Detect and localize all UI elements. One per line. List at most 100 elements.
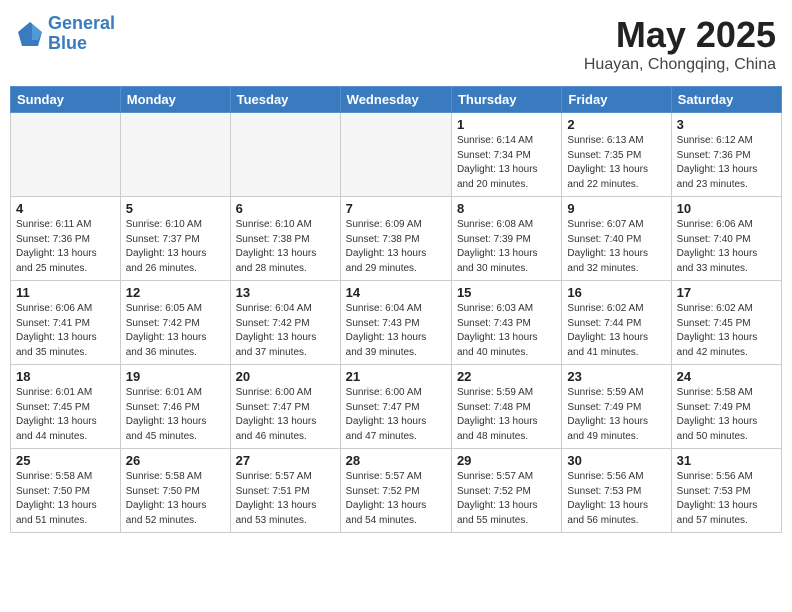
day-info: Sunrise: 6:07 AM Sunset: 7:40 PM Dayligh… xyxy=(567,218,665,276)
weekday-header: Friday xyxy=(562,87,671,113)
weekday-header: Wednesday xyxy=(340,87,451,113)
calendar-cell: 2 Sunrise: 6:13 AM Sunset: 7:35 PM Daylig… xyxy=(562,113,671,197)
day-number: 30 xyxy=(567,453,665,468)
calendar-cell xyxy=(11,113,121,197)
day-info: Sunrise: 6:06 AM Sunset: 7:41 PM Dayligh… xyxy=(16,302,115,360)
day-number: 6 xyxy=(236,201,335,216)
day-info: Sunrise: 5:58 AM Sunset: 7:50 PM Dayligh… xyxy=(126,470,225,528)
calendar-cell xyxy=(230,113,340,197)
day-info: Sunrise: 6:10 AM Sunset: 7:37 PM Dayligh… xyxy=(126,218,225,276)
day-number: 13 xyxy=(236,285,335,300)
day-info: Sunrise: 6:00 AM Sunset: 7:47 PM Dayligh… xyxy=(236,386,335,444)
day-number: 15 xyxy=(457,285,556,300)
calendar-cell: 18 Sunrise: 6:01 AM Sunset: 7:45 PM Dayli… xyxy=(11,365,121,449)
weekday-header: Tuesday xyxy=(230,87,340,113)
day-number: 31 xyxy=(677,453,776,468)
day-number: 27 xyxy=(236,453,335,468)
day-number: 14 xyxy=(346,285,446,300)
calendar-cell: 15 Sunrise: 6:03 AM Sunset: 7:43 PM Dayli… xyxy=(451,281,561,365)
calendar-cell: 29 Sunrise: 5:57 AM Sunset: 7:52 PM Dayli… xyxy=(451,449,561,533)
calendar-cell: 17 Sunrise: 6:02 AM Sunset: 7:45 PM Dayli… xyxy=(671,281,781,365)
day-info: Sunrise: 6:02 AM Sunset: 7:44 PM Dayligh… xyxy=(567,302,665,360)
calendar-week-row: 4 Sunrise: 6:11 AM Sunset: 7:36 PM Daylig… xyxy=(11,197,782,281)
day-number: 11 xyxy=(16,285,115,300)
calendar-cell: 8Sunrise: 6:08 AM Sunset: 7:39 PM Daylig… xyxy=(451,197,561,281)
calendar-cell: 5 Sunrise: 6:10 AM Sunset: 7:37 PM Daylig… xyxy=(120,197,230,281)
calendar-cell: 26 Sunrise: 5:58 AM Sunset: 7:50 PM Dayli… xyxy=(120,449,230,533)
day-info: Sunrise: 5:58 AM Sunset: 7:49 PM Dayligh… xyxy=(677,386,776,444)
calendar-cell: 25Sunrise: 5:58 AM Sunset: 7:50 PM Dayli… xyxy=(11,449,121,533)
day-number: 26 xyxy=(126,453,225,468)
calendar-cell: 22 Sunrise: 5:59 AM Sunset: 7:48 PM Dayli… xyxy=(451,365,561,449)
calendar-cell: 16Sunrise: 6:02 AM Sunset: 7:44 PM Dayli… xyxy=(562,281,671,365)
calendar-cell: 27Sunrise: 5:57 AM Sunset: 7:51 PM Dayli… xyxy=(230,449,340,533)
day-info: Sunrise: 6:06 AM Sunset: 7:40 PM Dayligh… xyxy=(677,218,776,276)
day-info: Sunrise: 6:04 AM Sunset: 7:43 PM Dayligh… xyxy=(346,302,446,360)
calendar-cell: 28Sunrise: 5:57 AM Sunset: 7:52 PM Dayli… xyxy=(340,449,451,533)
calendar-cell: 9 Sunrise: 6:07 AM Sunset: 7:40 PM Daylig… xyxy=(562,197,671,281)
day-number: 1 xyxy=(457,117,556,132)
day-info: Sunrise: 5:56 AM Sunset: 7:53 PM Dayligh… xyxy=(567,470,665,528)
calendar-cell: 7 Sunrise: 6:09 AM Sunset: 7:38 PM Daylig… xyxy=(340,197,451,281)
day-number: 10 xyxy=(677,201,776,216)
calendar-cell: 31 Sunrise: 5:56 AM Sunset: 7:53 PM Dayli… xyxy=(671,449,781,533)
day-info: Sunrise: 6:12 AM Sunset: 7:36 PM Dayligh… xyxy=(677,134,776,192)
day-number: 3 xyxy=(677,117,776,132)
calendar-week-row: 18 Sunrise: 6:01 AM Sunset: 7:45 PM Dayli… xyxy=(11,365,782,449)
weekday-header-row: SundayMondayTuesdayWednesdayThursdayFrid… xyxy=(11,87,782,113)
day-info: Sunrise: 6:03 AM Sunset: 7:43 PM Dayligh… xyxy=(457,302,556,360)
day-number: 23 xyxy=(567,369,665,384)
day-number: 12 xyxy=(126,285,225,300)
calendar-cell: 24 Sunrise: 5:58 AM Sunset: 7:49 PM Dayli… xyxy=(671,365,781,449)
logo-icon xyxy=(16,20,44,48)
day-number: 22 xyxy=(457,369,556,384)
day-number: 4 xyxy=(16,201,115,216)
day-info: Sunrise: 5:58 AM Sunset: 7:50 PM Dayligh… xyxy=(16,470,115,528)
calendar-cell: 3 Sunrise: 6:12 AM Sunset: 7:36 PM Daylig… xyxy=(671,113,781,197)
day-number: 2 xyxy=(567,117,665,132)
calendar-cell xyxy=(340,113,451,197)
calendar-cell: 13 Sunrise: 6:04 AM Sunset: 7:42 PM Dayli… xyxy=(230,281,340,365)
day-number: 21 xyxy=(346,369,446,384)
logo: General Blue xyxy=(16,14,115,54)
logo-line1: General xyxy=(48,13,115,33)
day-number: 28 xyxy=(346,453,446,468)
day-info: Sunrise: 6:09 AM Sunset: 7:38 PM Dayligh… xyxy=(346,218,446,276)
day-info: Sunrise: 6:13 AM Sunset: 7:35 PM Dayligh… xyxy=(567,134,665,192)
month-title: May 2025 xyxy=(584,14,776,56)
day-number: 5 xyxy=(126,201,225,216)
day-info: Sunrise: 6:04 AM Sunset: 7:42 PM Dayligh… xyxy=(236,302,335,360)
logo-text: General Blue xyxy=(48,14,115,54)
day-info: Sunrise: 6:05 AM Sunset: 7:42 PM Dayligh… xyxy=(126,302,225,360)
day-number: 18 xyxy=(16,369,115,384)
day-number: 17 xyxy=(677,285,776,300)
day-info: Sunrise: 5:56 AM Sunset: 7:53 PM Dayligh… xyxy=(677,470,776,528)
day-info: Sunrise: 6:01 AM Sunset: 7:46 PM Dayligh… xyxy=(126,386,225,444)
calendar-cell: 6Sunrise: 6:10 AM Sunset: 7:38 PM Daylig… xyxy=(230,197,340,281)
day-number: 8 xyxy=(457,201,556,216)
logo-line2: Blue xyxy=(48,33,87,53)
day-info: Sunrise: 6:11 AM Sunset: 7:36 PM Dayligh… xyxy=(16,218,115,276)
day-info: Sunrise: 5:57 AM Sunset: 7:52 PM Dayligh… xyxy=(457,470,556,528)
day-info: Sunrise: 6:02 AM Sunset: 7:45 PM Dayligh… xyxy=(677,302,776,360)
day-number: 29 xyxy=(457,453,556,468)
day-info: Sunrise: 6:01 AM Sunset: 7:45 PM Dayligh… xyxy=(16,386,115,444)
calendar-table: SundayMondayTuesdayWednesdayThursdayFrid… xyxy=(10,86,782,533)
day-info: Sunrise: 6:14 AM Sunset: 7:34 PM Dayligh… xyxy=(457,134,556,192)
calendar-cell: 14 Sunrise: 6:04 AM Sunset: 7:43 PM Dayli… xyxy=(340,281,451,365)
page-header: General Blue May 2025 Huayan, Chongqing,… xyxy=(10,10,782,78)
day-number: 19 xyxy=(126,369,225,384)
calendar-cell xyxy=(120,113,230,197)
day-number: 7 xyxy=(346,201,446,216)
calendar-week-row: 1 Sunrise: 6:14 AM Sunset: 7:34 PM Daylig… xyxy=(11,113,782,197)
calendar-cell: 21Sunrise: 6:00 AM Sunset: 7:47 PM Dayli… xyxy=(340,365,451,449)
day-info: Sunrise: 5:59 AM Sunset: 7:48 PM Dayligh… xyxy=(457,386,556,444)
calendar-cell: 23Sunrise: 5:59 AM Sunset: 7:49 PM Dayli… xyxy=(562,365,671,449)
location: Huayan, Chongqing, China xyxy=(584,56,776,74)
day-number: 24 xyxy=(677,369,776,384)
day-number: 9 xyxy=(567,201,665,216)
calendar-cell: 19 Sunrise: 6:01 AM Sunset: 7:46 PM Dayli… xyxy=(120,365,230,449)
calendar-cell: 11 Sunrise: 6:06 AM Sunset: 7:41 PM Dayli… xyxy=(11,281,121,365)
weekday-header: Sunday xyxy=(11,87,121,113)
calendar-week-row: 25Sunrise: 5:58 AM Sunset: 7:50 PM Dayli… xyxy=(11,449,782,533)
